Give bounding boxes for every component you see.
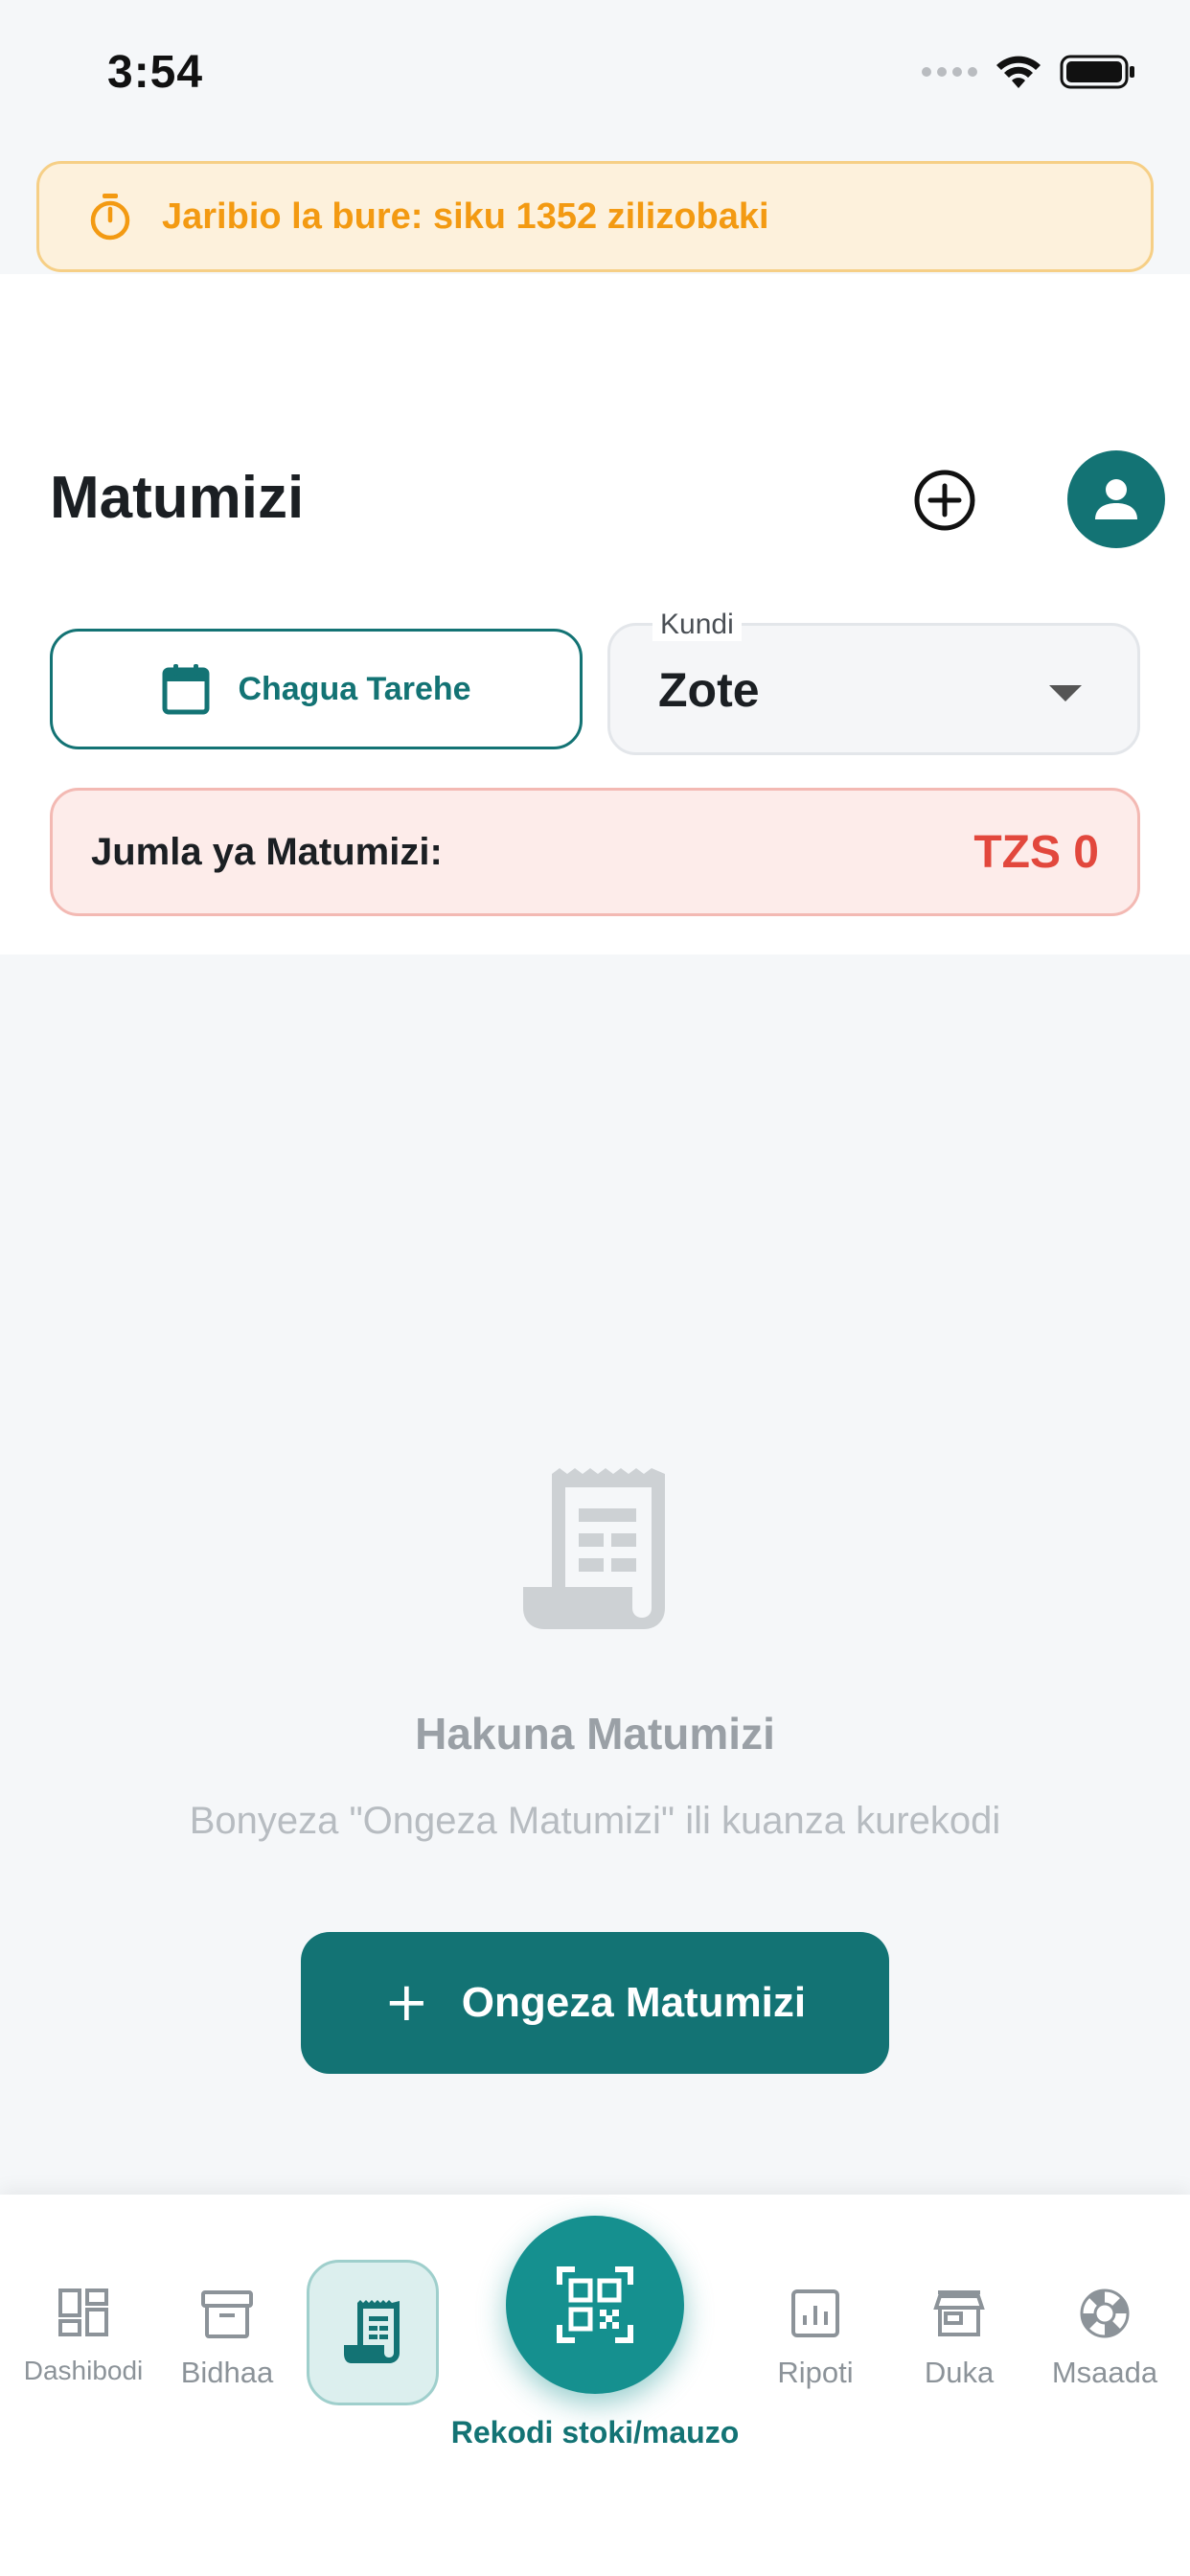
cellular-signal-icon (922, 67, 977, 77)
nav-label-products: Bidhaa (180, 2356, 274, 2389)
total-expenses-value: TZS 0 (973, 826, 1099, 878)
nav-item-expenses[interactable] (307, 2260, 439, 2405)
page-title: Matumizi (50, 465, 305, 531)
wifi-icon (996, 56, 1041, 88)
status-time: 3:54 (107, 47, 204, 98)
total-expenses-card: Jumla ya Matumizi: TZS 0 (50, 788, 1140, 916)
nav-label-dashboard: Dashibodi (23, 2356, 144, 2385)
help-lifebuoy-icon (1080, 2288, 1130, 2338)
nav-item-help[interactable]: Msaada (1033, 2287, 1177, 2390)
category-dropdown[interactable]: Kundi Zote (607, 609, 1140, 755)
add-circle-icon[interactable] (912, 468, 977, 533)
header-section: Matumizi Chagua Tarehe Kundi Zote Jumla … (0, 274, 1190, 954)
category-selected-value: Zote (658, 663, 760, 717)
choose-date-button[interactable]: Chagua Tarehe (50, 629, 583, 749)
timer-icon (90, 194, 130, 241)
bottom-navigation: Dashibodi Bidhaa Rekodi stoki/mauzo Ripo… (0, 2195, 1190, 2576)
scan-record-fab[interactable] (506, 2216, 684, 2394)
empty-state-subtitle: Bonyeza "Ongeza Matumizi" ili kuanza kur… (189, 1800, 1001, 1842)
plus-icon: + (383, 1971, 429, 2034)
status-bar: 3:54 (0, 0, 1190, 153)
trial-text: Jaribio la bure: siku 1352 zilizobaki (162, 196, 769, 237)
dropdown-arrow-icon (1049, 685, 1082, 702)
store-icon (933, 2290, 985, 2336)
total-expenses-label: Jumla ya Matumizi: (91, 830, 443, 873)
category-label: Kundi (652, 609, 742, 641)
add-expense-button[interactable]: + Ongeza Matumizi (301, 1932, 889, 2074)
dashboard-icon (58, 2288, 108, 2336)
nav-label-reports: Ripoti (777, 2356, 854, 2389)
receipt-icon (344, 2300, 400, 2363)
fab-label: Rekodi stoki/mauzo (450, 2415, 740, 2450)
choose-date-label: Chagua Tarehe (238, 670, 471, 707)
nav-label-store: Duka (924, 2356, 995, 2389)
add-expense-label: Ongeza Matumizi (461, 1979, 807, 2026)
empty-state-title: Hakuna Matumizi (415, 1709, 775, 1759)
profile-avatar-button[interactable] (1067, 450, 1165, 548)
nav-label-help: Msaada (1051, 2356, 1158, 2389)
nav-item-reports[interactable]: Ripoti (744, 2287, 887, 2390)
nav-item-store[interactable]: Duka (887, 2287, 1031, 2390)
qr-scan-icon (557, 2266, 633, 2343)
person-icon (1095, 479, 1137, 519)
nav-item-products[interactable]: Bidhaa (155, 2287, 299, 2390)
nav-item-dashboard[interactable]: Dashibodi (11, 2287, 155, 2386)
archive-box-icon (201, 2290, 253, 2338)
report-chart-icon (791, 2289, 839, 2337)
trial-banner: Jaribio la bure: siku 1352 zilizobaki (36, 161, 1154, 272)
calendar-icon (162, 664, 210, 715)
battery-icon (1060, 55, 1134, 89)
receipt-icon (523, 1468, 665, 1629)
status-icons (922, 54, 1136, 90)
